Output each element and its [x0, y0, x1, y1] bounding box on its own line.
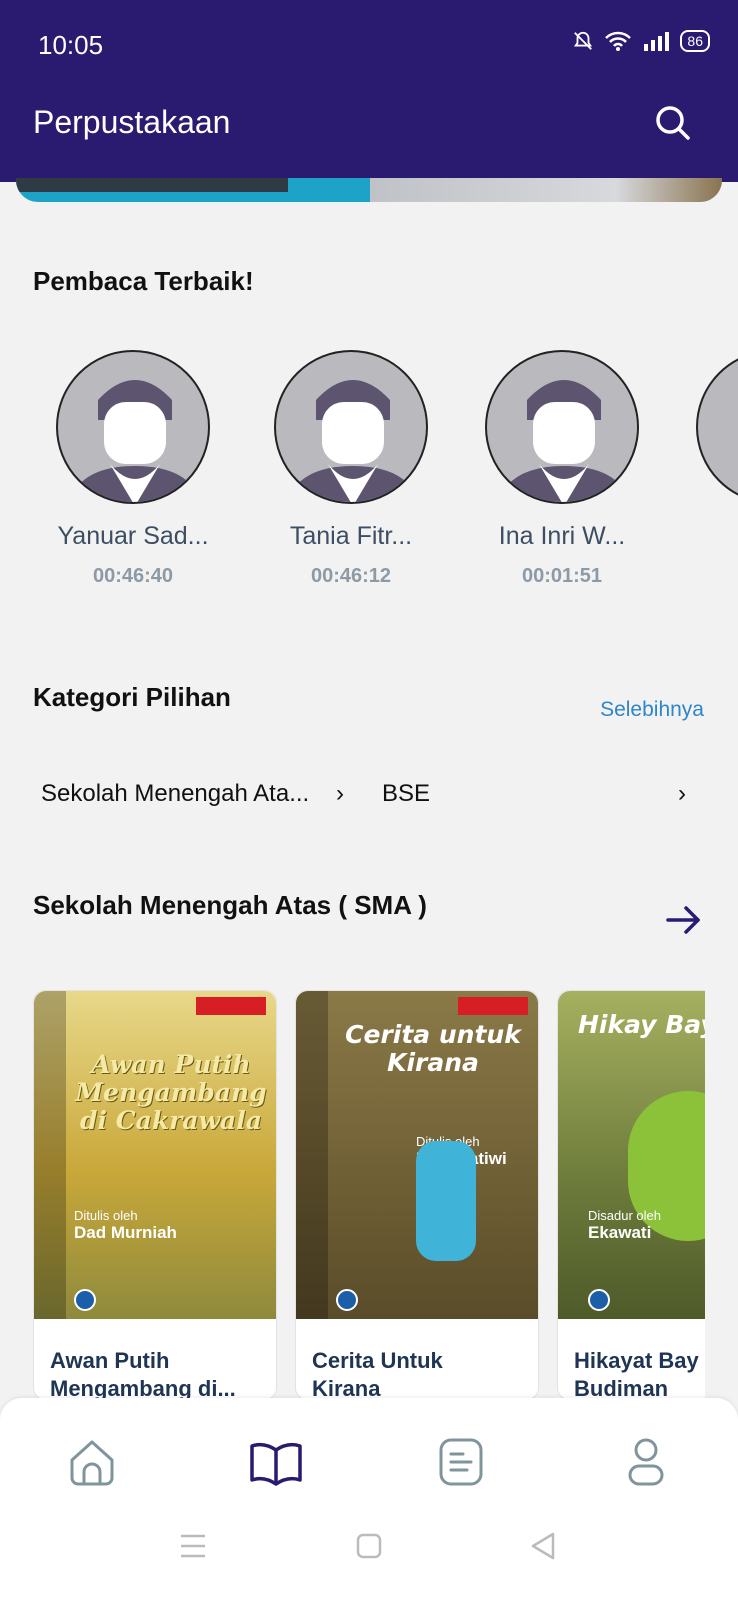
category-item[interactable]: Sekolah Menengah Ata...	[41, 780, 309, 808]
reader-time: 00:46:40	[92, 565, 174, 587]
default-avatar-icon	[69, 380, 201, 502]
avatar	[696, 350, 738, 504]
book-icon[interactable]	[248, 1434, 304, 1490]
top-readers-heading: Pembaca Terbaik!	[33, 266, 254, 296]
arrow-right-icon[interactable]	[664, 900, 704, 940]
book-title: Cerita Untuk Kirana	[312, 1348, 443, 1400]
cover-author: Ditulis oleh Dad Murniah	[74, 1208, 177, 1242]
reader-card[interactable]: Yanuar Sad... 00:46:40	[33, 350, 233, 588]
battery-indicator: 86	[680, 30, 710, 52]
book-card[interactable]: Hikay Bayan Bi Disadur olehEkawati Hikay…	[557, 990, 705, 1400]
book-card[interactable]: Awan Putih Mengambang di Cakrawala Ditul…	[33, 990, 277, 1400]
chevron-right-icon[interactable]: ›	[336, 780, 344, 808]
category-item[interactable]: BSE	[382, 780, 430, 808]
back-icon[interactable]	[523, 1526, 563, 1566]
top-readers-list: Yanuar Sad... 00:46:40 Tania Fitr... 00:…	[0, 350, 738, 610]
more-categories-link[interactable]: Selebihnya	[600, 698, 704, 722]
cover-badge	[458, 997, 528, 1015]
reader-card-partial[interactable]	[696, 350, 738, 504]
system-navigation-bar	[0, 1520, 738, 1580]
cover-author: Disadur oleh Ekawati	[588, 1208, 661, 1242]
book-card[interactable]: Cerita untuk Kirana Ditulis olehDwi Prat…	[295, 990, 539, 1400]
status-icons: 86	[572, 30, 710, 52]
ministry-logo-icon	[74, 1289, 96, 1311]
sma-section-heading: Sekolah Menengah Atas ( SMA )	[33, 890, 427, 920]
cover-title: Hikay Bayan Bi	[578, 1010, 705, 1039]
chevron-right-icon[interactable]: ›	[678, 780, 686, 808]
avatar	[274, 350, 428, 504]
profile-icon[interactable]	[618, 1434, 674, 1490]
menu-icon[interactable]	[173, 1526, 213, 1566]
home-icon[interactable]	[64, 1434, 120, 1490]
cover-title: Cerita untuk Kirana	[345, 1020, 521, 1077]
book-title: Awan Putih Mengambang di...	[50, 1348, 236, 1400]
reader-time: 00:46:12	[310, 565, 392, 587]
book-list: Awan Putih Mengambang di Cakrawala Ditul…	[33, 990, 705, 1400]
search-icon[interactable]	[652, 102, 692, 142]
ministry-logo-icon	[336, 1289, 358, 1311]
app-bar: Perpustakaan	[0, 90, 738, 182]
banner-image-part	[16, 178, 288, 192]
cover-title: Awan Putih Mengambang di Cakrawala	[75, 1050, 267, 1135]
notifications-off-icon	[574, 31, 593, 50]
avatar	[56, 350, 210, 504]
book-cover: Hikay Bayan Bi Disadur olehEkawati	[558, 991, 705, 1319]
book-cover: Awan Putih Mengambang di Cakrawala Ditul…	[34, 991, 276, 1319]
category-chips: Sekolah Menengah Ata... › BSE ›	[0, 780, 738, 820]
default-avatar-icon	[287, 380, 419, 502]
reader-name: Tania Fitr...	[289, 522, 413, 550]
reader-name: Ina Inri W...	[498, 522, 626, 550]
cover-illustration	[416, 1141, 476, 1261]
reader-card[interactable]: Tania Fitr... 00:46:12	[251, 350, 451, 588]
signal-icon	[644, 32, 670, 51]
cover-badge	[196, 997, 266, 1015]
status-bar: 10:05 86	[0, 0, 738, 90]
reader-name: Yanuar Sad...	[57, 522, 209, 550]
banner-carousel[interactable]	[16, 178, 722, 202]
document-icon[interactable]	[433, 1434, 489, 1490]
banner-photo	[370, 178, 722, 202]
avatar	[485, 350, 639, 504]
default-avatar-icon	[498, 380, 630, 502]
book-cover: Cerita untuk Kirana Ditulis olehDwi Prat…	[296, 991, 538, 1319]
wifi-icon	[605, 31, 632, 51]
ministry-logo-icon	[588, 1289, 610, 1311]
reader-time: 00:01:51	[521, 565, 603, 587]
page-title: Perpustakaan	[33, 104, 231, 140]
book-title: Hikayat Bay Budiman	[574, 1348, 699, 1400]
reader-card[interactable]: Ina Inri W... 00:01:51	[462, 350, 662, 588]
home-square-icon[interactable]	[349, 1526, 389, 1566]
status-time: 10:05	[38, 30, 104, 60]
categories-heading: Kategori Pilihan	[33, 682, 231, 712]
